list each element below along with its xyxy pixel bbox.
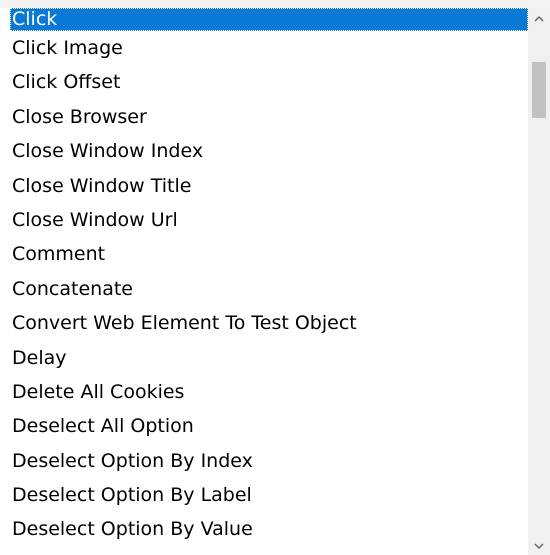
list-item-label: Deselect Option By Value: [12, 518, 253, 541]
list-item-delete-all-cookies[interactable]: Delete All Cookies: [0, 375, 528, 409]
list-item-deselect-option-by-index[interactable]: Deselect Option By Index: [0, 444, 528, 478]
list-item-label: Click: [12, 8, 58, 30]
list-item-label: Click Offset: [12, 71, 121, 94]
list-item-label: Close Window Index: [12, 140, 204, 163]
list-item-label: Convert Web Element To Test Object: [12, 312, 357, 335]
list-item-click-offset[interactable]: Click Offset: [0, 65, 528, 99]
list-item-delay[interactable]: Delay: [0, 341, 528, 375]
scroll-down-button[interactable]: [528, 535, 550, 555]
list-item-label: Click Image: [12, 37, 123, 59]
list-item-click-image[interactable]: Click Image: [0, 31, 528, 65]
list-item-label: Deselect Option By Index: [12, 449, 253, 472]
list-item-comment[interactable]: Comment: [0, 237, 528, 271]
chevron-up-icon: [534, 11, 544, 25]
list-item-close-window-title[interactable]: Close Window Title: [0, 169, 528, 203]
list-item-label: Delay: [12, 346, 67, 369]
list-item-concatenate[interactable]: Concatenate: [0, 272, 528, 306]
list-item-deselect-option-by-label[interactable]: Deselect Option By Label: [0, 478, 528, 512]
list-item-deselect-all-option[interactable]: Deselect All Option: [0, 409, 528, 443]
list-item-label: Deselect Option By Label: [12, 484, 252, 507]
scroll-up-button[interactable]: [528, 8, 550, 28]
list-item-deselect-option-by-value[interactable]: Deselect Option By Value: [0, 512, 528, 546]
keyword-list: Click Click Image Click Offset Close Bro…: [0, 8, 528, 547]
list-item-click[interactable]: Click: [0, 8, 528, 31]
keyword-listbox[interactable]: Click Click Image Click Offset Close Bro…: [0, 8, 550, 555]
list-item-label: Delete All Cookies: [12, 380, 185, 403]
list-item-label: Comment: [12, 243, 106, 266]
list-item-label: Close Window Url: [12, 208, 178, 231]
list-item-label: Close Browser: [12, 105, 147, 128]
list-item-label: Deselect All Option: [12, 415, 194, 438]
chevron-down-icon: [534, 538, 544, 552]
list-item-close-window-index[interactable]: Close Window Index: [0, 134, 528, 168]
list-item-close-browser[interactable]: Close Browser: [0, 100, 528, 134]
vertical-scrollbar[interactable]: [528, 8, 550, 555]
list-item-label: Concatenate: [12, 277, 133, 300]
scrollbar-thumb[interactable]: [532, 62, 546, 118]
list-item-label: Close Window Title: [12, 174, 192, 197]
window-top-strip: [0, 0, 550, 8]
list-item-convert-web-element[interactable]: Convert Web Element To Test Object: [0, 306, 528, 340]
list-item-close-window-url[interactable]: Close Window Url: [0, 203, 528, 237]
